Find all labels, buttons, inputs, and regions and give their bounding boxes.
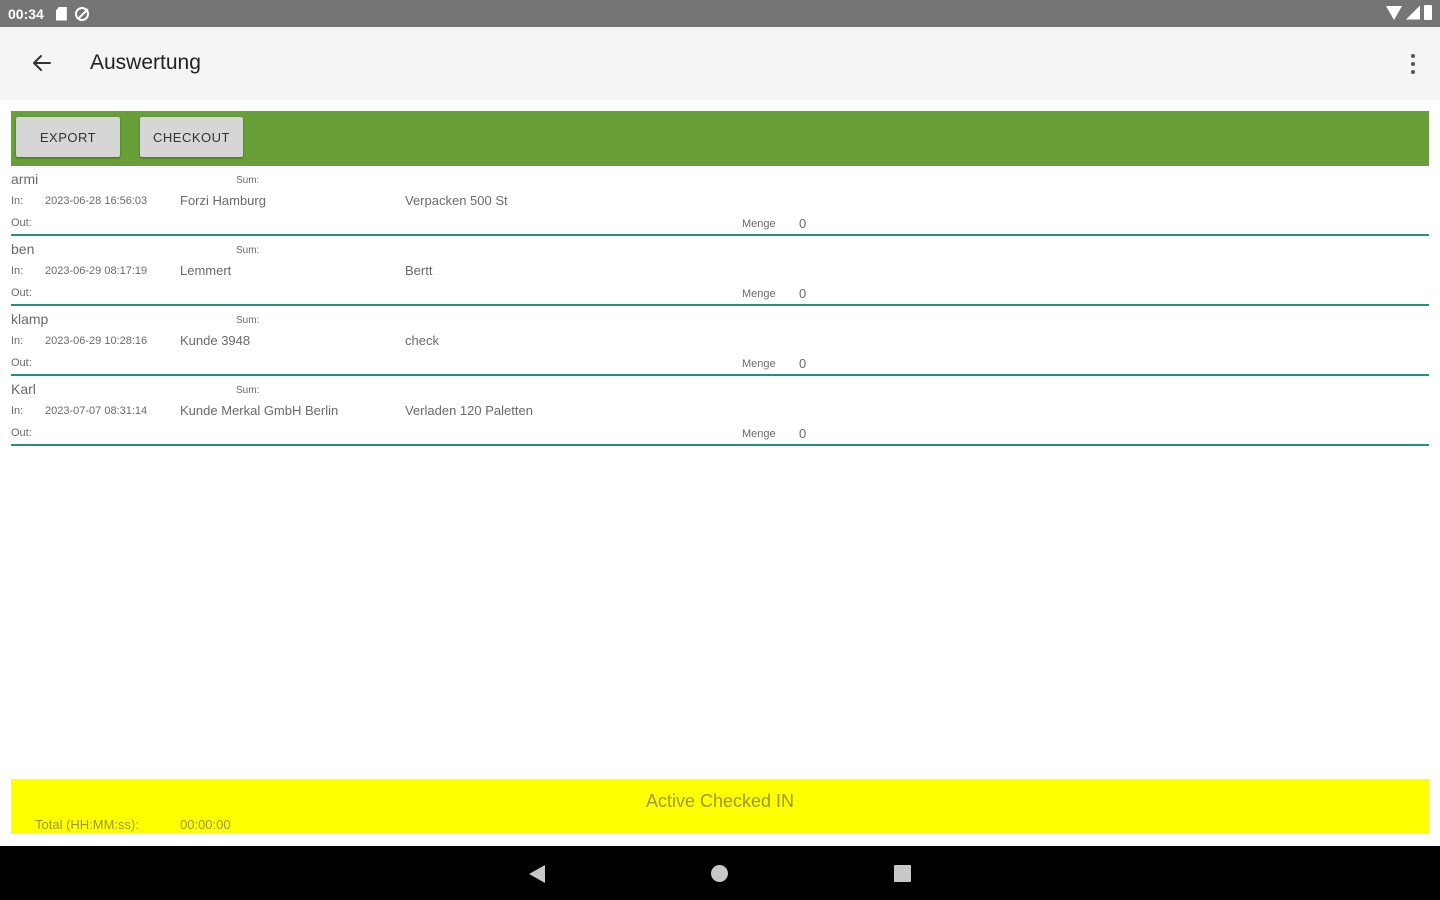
entry-customer: Kunde Merkal GmbH Berlin: [180, 403, 339, 418]
entry-name: Karl: [11, 381, 36, 397]
back-button[interactable]: [26, 47, 58, 79]
total-label: Total (HH:MM:ss):: [35, 817, 139, 832]
entry-task: Verpacken 500 St: [405, 193, 508, 208]
entry-task: Bertt: [405, 263, 433, 278]
menge-value: 0: [799, 286, 807, 301]
nav-home-icon[interactable]: [711, 865, 728, 882]
entry-customer: Kunde 3948: [180, 333, 251, 348]
arrow-left-icon: [33, 55, 51, 71]
menge-label: Menge: [742, 428, 776, 440]
divider: [11, 444, 1429, 446]
list-item[interactable]: Karl Sum: In: 2023-07-07 08:31:14 Kunde …: [11, 381, 1429, 451]
app-bar: Auswertung: [0, 27, 1440, 100]
page-title: Auswertung: [90, 51, 201, 74]
action-toolbar: EXPORT CHECKOUT: [11, 111, 1429, 166]
menge-value: 0: [799, 216, 807, 231]
in-time: 2023-06-28 16:56:03: [45, 195, 148, 207]
battery-icon: [1424, 5, 1432, 20]
nav-recents-icon[interactable]: [894, 865, 911, 882]
in-label: In:: [11, 405, 24, 417]
sum-label: Sum:: [236, 175, 260, 186]
in-time: 2023-07-07 08:31:14: [45, 405, 148, 417]
status-system-icons: [1386, 5, 1432, 20]
entry-task: check: [405, 333, 439, 348]
list-item[interactable]: ben Sum: In: 2023-06-29 08:17:19 Lemmert…: [11, 241, 1429, 311]
menge-value: 0: [799, 426, 807, 441]
wifi-icon: [1386, 5, 1402, 20]
status-bar: 00:34: [0, 0, 1440, 27]
export-button[interactable]: EXPORT: [16, 117, 120, 157]
sum-label: Sum:: [236, 315, 260, 326]
menge-value: 0: [799, 356, 807, 371]
out-label: Out:: [11, 287, 32, 299]
in-label: In:: [11, 195, 24, 207]
out-label: Out:: [11, 357, 32, 369]
active-checked-in-title: Active Checked IN: [645, 791, 795, 811]
checkout-button[interactable]: CHECKOUT: [140, 117, 243, 157]
out-label: Out:: [11, 427, 32, 439]
menge-label: Menge: [742, 288, 776, 300]
in-time: 2023-06-29 08:17:19: [45, 265, 148, 277]
menge-label: Menge: [742, 218, 776, 230]
active-checked-in-panel: Active Checked IN Total (HH:MM:ss): 00:0…: [11, 779, 1429, 834]
nav-back-icon[interactable]: [529, 865, 545, 883]
entry-customer: Forzi Hamburg: [180, 193, 266, 208]
entry-name: klamp: [11, 311, 49, 327]
navigation-bar: [0, 846, 1440, 900]
entry-name: ben: [11, 241, 35, 257]
list-item[interactable]: klamp Sum: In: 2023-06-29 10:28:16 Kunde…: [11, 311, 1429, 381]
more-vert-icon[interactable]: [1406, 49, 1420, 79]
in-label: In:: [11, 265, 24, 277]
divider: [11, 374, 1429, 376]
in-label: In:: [11, 335, 24, 347]
total-value: 00:00:00: [180, 817, 231, 832]
in-time: 2023-06-29 10:28:16: [45, 335, 148, 347]
sum-label: Sum:: [236, 245, 260, 256]
divider: [11, 234, 1429, 236]
entry-task: Verladen 120 Paletten: [405, 403, 533, 418]
menge-label: Menge: [742, 358, 776, 370]
divider: [11, 304, 1429, 306]
entry-customer: Lemmert: [180, 263, 232, 278]
sd-card-icon: [55, 6, 67, 21]
out-label: Out:: [11, 217, 32, 229]
entry-name: armi: [11, 171, 39, 187]
cell-signal-icon: [1406, 5, 1420, 20]
status-time: 00:34: [8, 5, 44, 22]
do-not-disturb-icon: [74, 6, 89, 21]
list-item[interactable]: armi Sum: In: 2023-06-28 16:56:03 Forzi …: [11, 171, 1429, 241]
status-notification-icons: [55, 6, 89, 21]
sum-label: Sum:: [236, 385, 260, 396]
